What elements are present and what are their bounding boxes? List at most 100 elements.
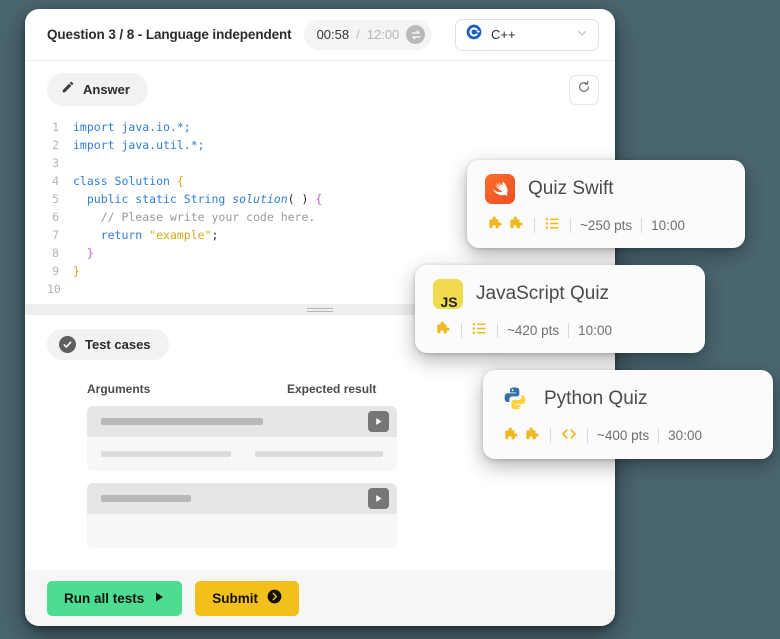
javascript-logo-text: JS <box>438 287 457 309</box>
submit-label: Submit <box>212 591 258 606</box>
quiz-card-title: Python Quiz <box>544 388 648 410</box>
meta-divider <box>534 218 535 233</box>
quiz-card-header: JS JavaScript Quiz <box>433 279 685 309</box>
cpp-logo-icon <box>466 24 482 45</box>
skeleton-placeholder <box>101 451 231 457</box>
code-line-text: import java.util.*; <box>73 136 205 154</box>
puzzle-piece-icon <box>508 215 525 235</box>
line-number: 10 <box>47 280 73 298</box>
puzzle-icons <box>487 215 525 235</box>
line-number: 4 <box>47 172 73 190</box>
quiz-card-header: Quiz Swift <box>485 174 725 204</box>
answer-tab[interactable]: Answer <box>47 73 148 106</box>
puzzle-icons <box>435 320 452 340</box>
puzzle-piece-icon <box>503 426 520 446</box>
test-cases-label: Test cases <box>85 337 151 352</box>
code-line-text: return "example"; <box>73 226 218 244</box>
quiz-card-javascript[interactable]: JS JavaScript Quiz ~420 pts 10:00 <box>415 265 705 353</box>
play-icon[interactable] <box>368 488 389 509</box>
test-case-row[interactable] <box>87 483 397 548</box>
puzzle-piece-icon <box>524 426 541 446</box>
test-cases-tab[interactable]: Test cases <box>47 329 169 360</box>
line-number: 7 <box>47 226 73 244</box>
reset-code-button[interactable] <box>569 75 599 105</box>
swap-horizontal-icon[interactable] <box>406 25 425 44</box>
quiz-card-header: Python Quiz <box>501 384 753 414</box>
quiz-card-points: ~400 pts <box>597 428 649 443</box>
quiz-card-meta: ~420 pts 10:00 <box>433 320 685 340</box>
list-icon <box>471 320 488 340</box>
arrow-right-circle-icon <box>267 589 282 607</box>
code-line-text: import java.io.*; <box>73 118 191 136</box>
line-number: 8 <box>47 244 73 262</box>
line-number: 2 <box>47 136 73 154</box>
play-triangle-icon <box>153 591 165 606</box>
code-line-text: } <box>73 244 94 262</box>
code-line-text: } <box>73 262 80 280</box>
run-all-tests-button[interactable]: Run all tests <box>47 581 182 616</box>
quiz-card-meta: ~400 pts 30:00 <box>501 425 753 446</box>
code-line-text <box>73 280 80 298</box>
quiz-card-swift[interactable]: Quiz Swift ~250 pts 10:00 <box>467 160 745 248</box>
quiz-card-duration: 10:00 <box>651 218 685 233</box>
code-line-text <box>73 154 80 172</box>
meta-divider <box>570 218 571 233</box>
answer-bar: Answer <box>25 61 615 112</box>
page-title: Question 3 / 8 - Language independent <box>47 27 292 42</box>
puzzle-piece-icon <box>487 215 504 235</box>
chevron-down-icon <box>576 26 588 44</box>
column-header-arguments: Arguments <box>87 382 287 396</box>
meta-divider <box>550 428 551 443</box>
test-case-row[interactable] <box>87 406 397 471</box>
quiz-card-meta: ~250 pts 10:00 <box>485 215 725 235</box>
quiz-card-python[interactable]: Python Quiz ~400 pts 30:00 <box>483 370 773 459</box>
timer-pill: 00:58 / 12:00 <box>304 20 433 50</box>
resize-grip-icon <box>307 308 333 312</box>
quiz-card-points: ~250 pts <box>580 218 632 233</box>
code-line-text: // Please write your code here. <box>73 208 315 226</box>
pencil-icon <box>61 80 75 99</box>
javascript-logo-icon: JS <box>433 279 463 309</box>
quiz-card-title: Quiz Swift <box>528 178 614 200</box>
timer-elapsed: 00:58 <box>317 27 350 42</box>
window-header: Question 3 / 8 - Language independent 00… <box>25 9 615 61</box>
window-footer: Run all tests Submit <box>25 570 615 626</box>
code-line-text: public static String solution( ) { <box>73 190 322 208</box>
line-number: 9 <box>47 262 73 280</box>
line-number: 5 <box>47 190 73 208</box>
puzzle-piece-icon <box>435 320 452 340</box>
submit-button[interactable]: Submit <box>195 581 299 616</box>
meta-divider <box>587 428 588 443</box>
code-line: 2import java.util.*; <box>47 136 615 154</box>
line-number: 6 <box>47 208 73 226</box>
quiz-card-duration: 30:00 <box>668 428 702 443</box>
meta-divider <box>497 323 498 338</box>
code-line: 1import java.io.*; <box>47 118 615 136</box>
reset-circular-arrow-icon <box>577 80 591 99</box>
test-case-expected <box>87 437 397 471</box>
test-case-arguments <box>87 406 397 437</box>
test-case-arguments <box>87 483 397 514</box>
list-icon <box>544 215 561 235</box>
check-circle-icon <box>59 336 76 353</box>
test-case-expected <box>87 514 397 548</box>
skeleton-placeholder <box>101 418 263 425</box>
meta-divider <box>641 218 642 233</box>
meta-divider <box>568 323 569 338</box>
code-brackets-icon <box>560 425 578 446</box>
meta-divider <box>461 323 462 338</box>
language-selector[interactable]: C++ <box>455 19 599 51</box>
skeleton-placeholder <box>101 495 191 502</box>
quiz-card-duration: 10:00 <box>578 323 612 338</box>
line-number: 1 <box>47 118 73 136</box>
language-selector-value: C++ <box>491 27 516 42</box>
column-header-expected: Expected result <box>287 382 376 396</box>
skeleton-placeholder <box>255 451 383 457</box>
quiz-card-points: ~420 pts <box>507 323 559 338</box>
swift-logo-icon <box>485 174 515 204</box>
python-logo-icon <box>501 384 531 414</box>
play-icon[interactable] <box>368 411 389 432</box>
timer-total: 12:00 <box>367 27 400 42</box>
line-number: 3 <box>47 154 73 172</box>
quiz-card-title: JavaScript Quiz <box>476 283 609 305</box>
